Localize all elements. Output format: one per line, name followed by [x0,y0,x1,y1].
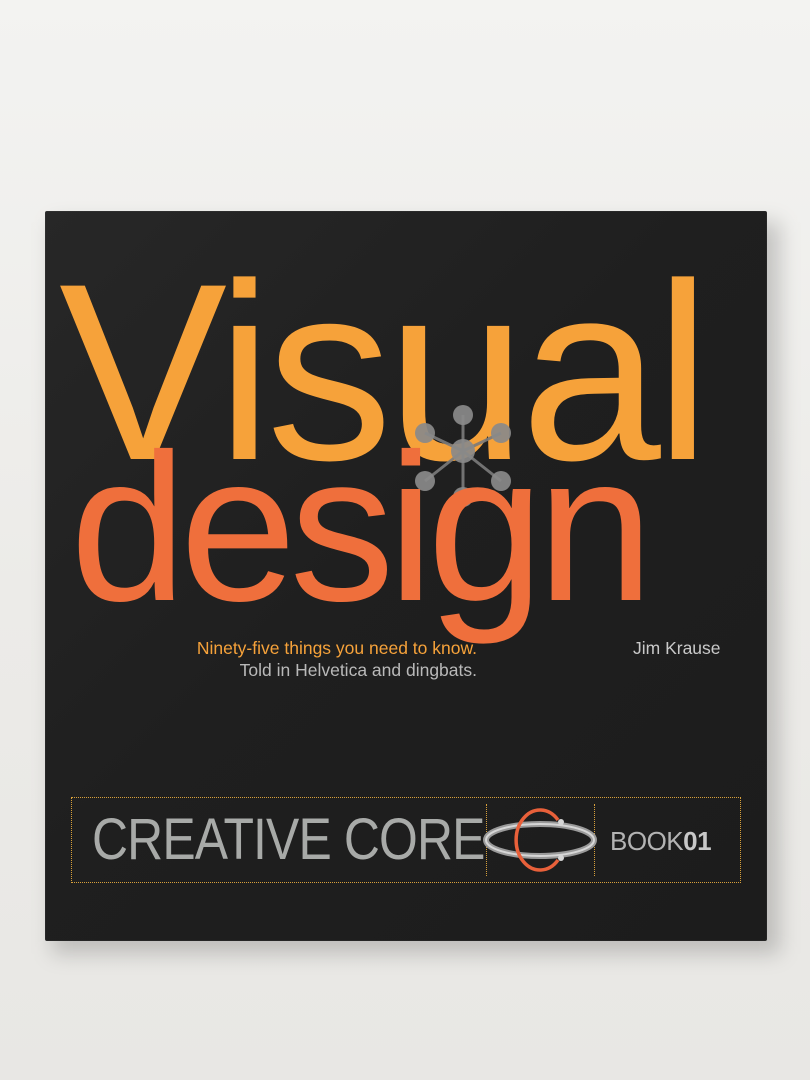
title-design: design [70,410,654,645]
book-number-label: BOOK01 [610,826,712,857]
subtitle-line-1: Ninety-five things you need to know. [196,638,477,658]
book-cover: Visual design Ninety-five things you nee… [45,211,767,941]
book-label: BOOK [610,826,684,856]
book-number: 01 [683,826,712,856]
subtitle-line-2: Told in Helvetica and dingbats. [239,660,477,680]
subtitle: Ninety-five things you need to know. Tol… [155,637,477,681]
series-banner: CREATIVE CORE BOOK01 [71,797,741,883]
series-title: CREATIVE CORE [92,807,485,872]
author-name: Jim Krause [633,638,721,658]
creative-core-logo-icon [483,808,597,872]
